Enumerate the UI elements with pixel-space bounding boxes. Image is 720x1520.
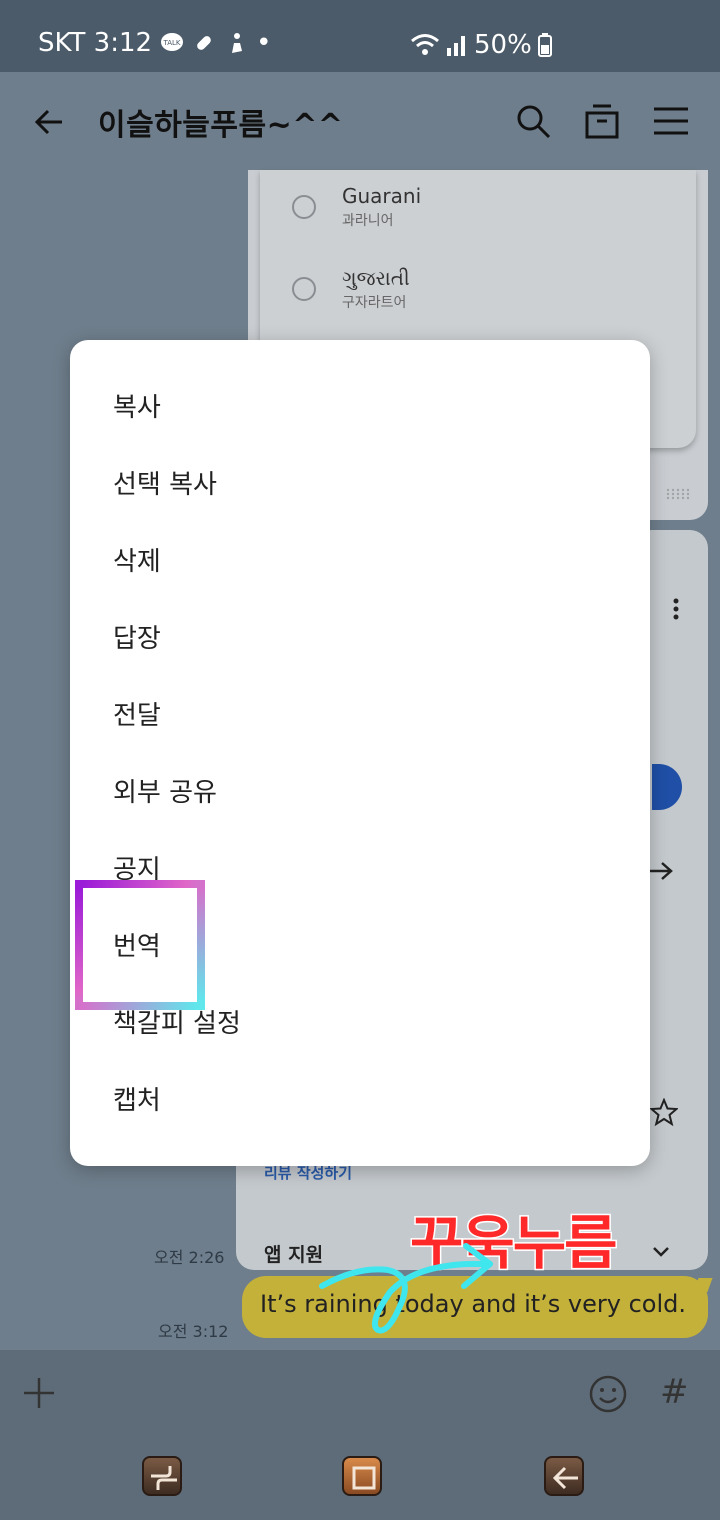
language-name: Guarani [342,184,422,208]
menu-item-select-copy[interactable]: 선택 복사 [113,447,633,524]
message-timestamp: 오전 2:26 [154,1248,225,1267]
status-bar: SKT 3:12 TALK • 50% [0,0,720,72]
back-icon [552,1466,578,1490]
system-navigation-bar [0,1436,720,1520]
menu-item-external-share[interactable]: 외부 공유 [113,755,633,832]
recent-apps-icon [151,1466,177,1490]
app-bar: 이슬하늘푸름~^^ [0,72,720,170]
menu-item-copy[interactable]: 복사 [113,370,633,447]
emoji-icon[interactable] [588,1374,628,1414]
status-dot: • [256,28,272,58]
more-options-icon[interactable] [672,598,680,620]
menu-item-forward[interactable]: 전달 [113,678,633,755]
menu-item-delete[interactable]: 삭제 [113,524,633,601]
radio-button[interactable] [292,195,316,219]
drawer-icon[interactable] [584,102,620,140]
language-name: ગુજરાતી [342,266,410,290]
hashtag-button[interactable]: # [660,1372,689,1412]
arrow-left-icon[interactable] [30,102,70,142]
hamburger-menu-icon[interactable] [652,104,690,138]
svg-text:TALK: TALK [163,39,181,47]
battery-percent: 50% [474,30,532,60]
person-notification-icon [232,33,243,53]
back-button[interactable] [544,1456,584,1496]
chevron-down-icon[interactable] [652,1246,670,1258]
language-option[interactable]: Guarani 과라니어 [292,184,421,230]
message-input-bar: # [0,1350,720,1436]
translate-highlight-box [75,880,205,1010]
menu-item-capture[interactable]: 캡처 [113,1063,633,1140]
signal-icon [447,36,465,56]
plus-icon[interactable] [22,1376,56,1410]
menu-item-reply[interactable]: 답장 [113,601,633,678]
swoosh-arrow-icon [319,1243,493,1334]
recent-apps-button[interactable] [142,1456,182,1496]
language-option[interactable]: ગુજરાતી 구자라트어 [292,266,410,312]
wifi-icon [411,34,439,55]
action-button[interactable] [652,764,682,810]
chat-title: 이슬하늘푸름~^^ [98,108,344,143]
message-timestamp: 오전 3:12 [158,1322,229,1341]
pill-notification-icon [197,36,211,50]
search-icon[interactable] [514,102,552,140]
home-button[interactable] [342,1456,382,1496]
message-context-menu: 복사 선택 복사 삭제 답장 전달 외부 공유 공지 번역 책갈피 설정 캡처 [70,340,650,1166]
grid-dots-icon [666,488,690,500]
app-support-label: 앱 지원 [264,1244,324,1266]
talk-notification-icon: TALK [161,33,184,51]
battery-icon [537,33,552,57]
home-icon [352,1466,376,1490]
carrier-time: SKT 3:12 [38,28,153,58]
language-subtitle: 구자라트어 [342,295,407,311]
star-icon[interactable] [650,1098,678,1126]
arrow-right-icon[interactable] [648,860,674,882]
language-subtitle: 과라니어 [342,213,394,229]
radio-button[interactable] [292,277,316,301]
